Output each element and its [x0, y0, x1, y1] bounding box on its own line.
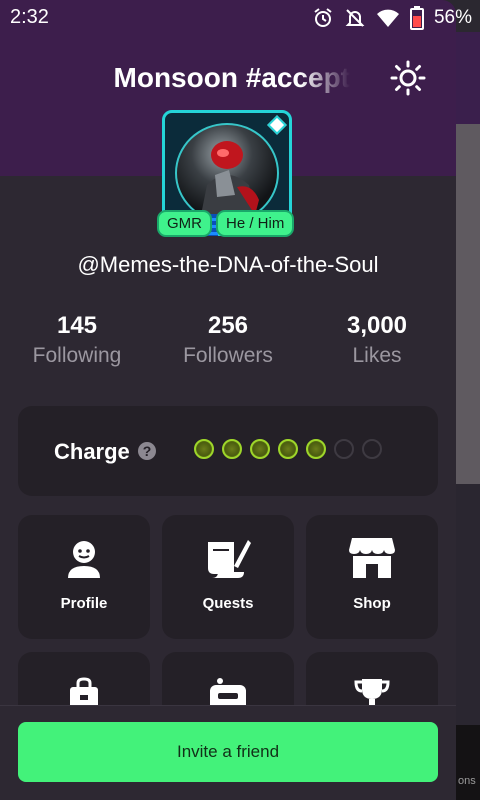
wifi-icon: [376, 8, 400, 28]
charge-dot-filled: [278, 439, 298, 459]
badge-pronouns: He / Him: [216, 210, 295, 237]
title-fade: [300, 58, 350, 102]
background-header: [456, 32, 480, 124]
avatar: [175, 123, 279, 223]
charge-dot-filled: [222, 439, 242, 459]
stat-label: Likes: [352, 344, 402, 367]
stat-value: 256: [207, 312, 249, 339]
charge-card[interactable]: Charge ?: [18, 406, 438, 496]
tile-profile[interactable]: Profile: [18, 515, 150, 639]
charge-dot-empty: [334, 439, 354, 459]
status-time: 2:32: [10, 6, 49, 28]
tile-shop[interactable]: Shop: [306, 515, 438, 639]
charge-dot-empty: [362, 439, 382, 459]
shop-icon: [346, 535, 398, 581]
background-image: [456, 124, 480, 484]
sun-icon: [390, 60, 426, 100]
stat-value: 145: [56, 312, 98, 339]
profile-icon: [58, 535, 110, 581]
badge-gmr: GMR: [157, 210, 212, 237]
charge-dot-filled: [194, 439, 214, 459]
stat-following[interactable]: 145 Following: [2, 312, 152, 368]
battery-icon: [409, 6, 424, 30]
stat-likes[interactable]: 3,000 Likes: [302, 312, 452, 368]
frame-gem: [267, 115, 287, 135]
status-bar: 2:32 56%: [0, 0, 480, 36]
username: @Memes-the-DNA-of-the-Soul: [77, 252, 379, 277]
stat-label: Followers: [183, 344, 273, 367]
invite-friend-button[interactable]: Invite a friend: [18, 722, 438, 782]
status-icons: 56%: [312, 6, 472, 30]
tile-label: Profile: [60, 595, 108, 612]
help-icon[interactable]: ?: [138, 442, 156, 460]
stat-value: 3,000: [346, 312, 408, 339]
stat-label: Following: [32, 344, 122, 367]
profile-drawer: Monsoon #accept GMR He / Him @Memes-the-…: [0, 0, 456, 800]
battery-percentage: 56%: [433, 7, 472, 28]
notifications-off-icon: [344, 7, 366, 29]
quests-icon: [202, 535, 254, 581]
tile-label: Quests: [202, 595, 254, 612]
background-footer: [456, 725, 480, 800]
background-peek-text: ons: [458, 775, 476, 787]
charge-dot-filled: [250, 439, 270, 459]
charge-meter: [194, 439, 382, 459]
charge-label: Charge: [54, 439, 130, 464]
tile-label: Shop: [353, 595, 391, 612]
alarm-icon: [312, 7, 334, 29]
tile-quests[interactable]: Quests: [162, 515, 294, 639]
theme-toggle-button[interactable]: [390, 60, 426, 96]
charge-dot-filled: [306, 439, 326, 459]
stat-followers[interactable]: 256 Followers: [153, 312, 303, 368]
